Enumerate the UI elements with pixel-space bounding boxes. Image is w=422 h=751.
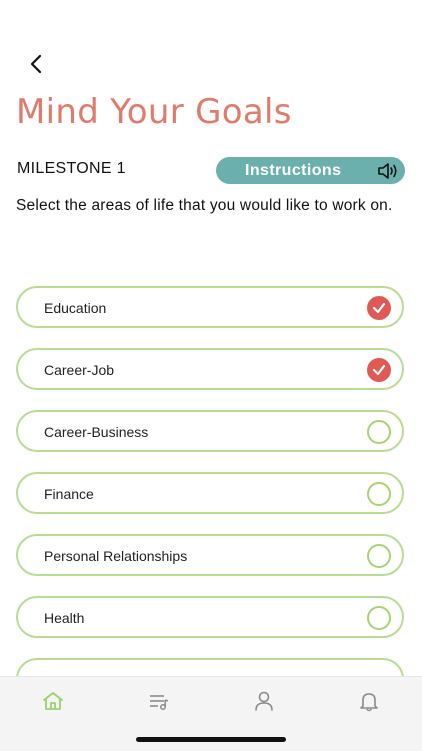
- playlist-icon: [150, 695, 169, 710]
- area-label: Health: [44, 610, 85, 626]
- tab-home[interactable]: [39, 687, 67, 715]
- page-title: Mind Your Goals: [16, 92, 292, 132]
- unchecked-circle-icon: [367, 606, 391, 630]
- area-item-education[interactable]: Education: [16, 286, 404, 328]
- home-indicator: [136, 737, 286, 742]
- checked-icon: [367, 296, 391, 320]
- milestone-label: MILESTONE 1: [17, 160, 126, 177]
- tab-playlist[interactable]: [145, 687, 173, 715]
- area-item-career-job[interactable]: Career-Job: [16, 348, 404, 390]
- area-label: Career-Job: [44, 362, 115, 378]
- area-label: Career-Business: [44, 424, 149, 440]
- instructions-button[interactable]: Instructions: [216, 157, 405, 184]
- speaker-icon: [378, 163, 397, 179]
- unchecked-circle-icon: [367, 482, 391, 506]
- area-label: Personal Relationships: [44, 548, 188, 564]
- area-item-health[interactable]: Health: [16, 596, 404, 638]
- tab-profile[interactable]: [250, 687, 278, 715]
- profile-icon: [255, 691, 273, 711]
- back-button[interactable]: [22, 50, 50, 78]
- area-item-career-business[interactable]: Career-Business: [16, 410, 404, 452]
- home-icon: [43, 692, 63, 710]
- area-label: Finance: [44, 486, 94, 502]
- checked-icon: [367, 358, 391, 382]
- unchecked-circle-icon: [367, 544, 391, 568]
- instructions-label: Instructions: [245, 162, 342, 179]
- instruction-prompt: Select the areas of life that you would …: [16, 197, 393, 214]
- bell-icon: [360, 693, 378, 712]
- area-item-personal-relationships[interactable]: Personal Relationships: [16, 534, 404, 576]
- area-item-finance[interactable]: Finance: [16, 472, 404, 514]
- tab-notifications[interactable]: [355, 687, 383, 715]
- area-label: Education: [44, 300, 107, 316]
- unchecked-circle-icon: [367, 420, 391, 444]
- chevron-left-icon: [30, 54, 42, 74]
